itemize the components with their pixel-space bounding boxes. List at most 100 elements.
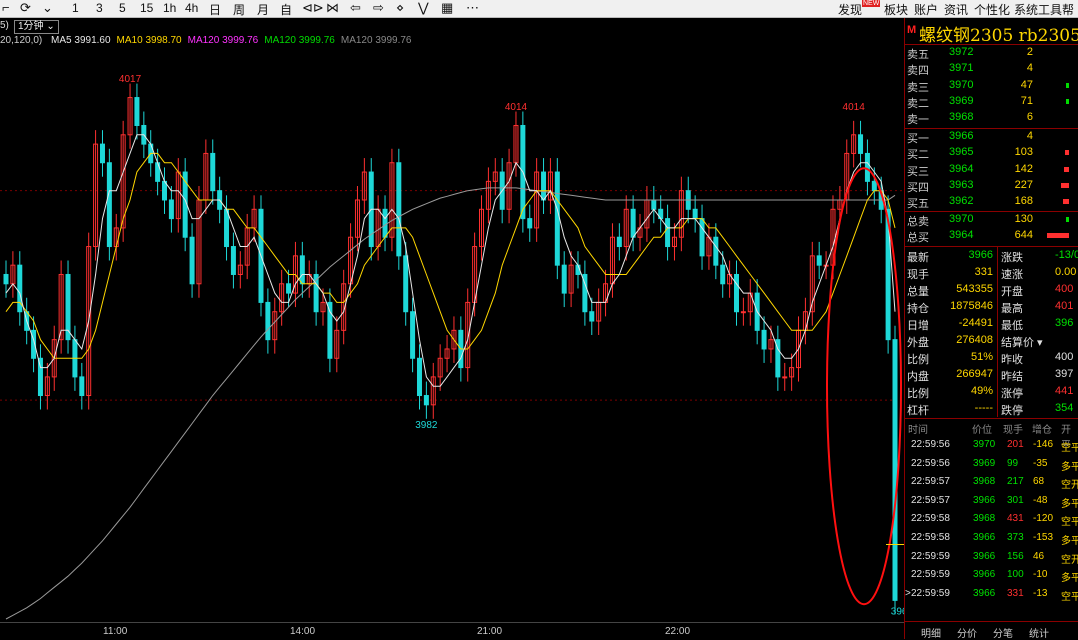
candle-body [589,311,595,322]
stats-row: 比例 51% 昨收 400 [905,349,1078,366]
timeframe-select[interactable]: 1分钟 ⌄ [14,20,59,34]
collapse-icon[interactable]: ⋁ [418,0,429,16]
stat-label: 持仓 [907,303,929,315]
total-volume: 130 [1014,213,1033,225]
candle-body [699,218,705,257]
highlight-ellipse [826,167,902,606]
stats-row: 持仓 1875846 最高 401 [905,298,1078,315]
col-vol: 现手 [1003,425,1023,436]
trade-ticker[interactable]: 时间 价位 现手 增仓 开平 22:59:56 3970 201 -146 空平 22:5… [905,419,1078,603]
bid-book: 买一 3966 4 买二 3965 103 买三 3964 142 买四 3963 227 买五 3962… [905,129,1078,210]
period-day-button[interactable]: 日 [209,1,221,17]
period-15m-button[interactable]: 15 [140,1,153,15]
period-3m-button[interactable]: 3 [96,1,103,15]
crop-icon[interactable]: ⌐ [2,0,10,15]
more-icon[interactable]: ⋯ [466,0,479,16]
m-marker: M [907,24,917,36]
trade-row[interactable]: 22:59:56 3969 99 -35 多平 [905,454,1078,473]
trade-type: 多平 [1061,535,1078,547]
tab-price-dist[interactable]: 分价 [957,625,977,640]
candle-body [230,246,236,275]
stat-value: 400 [1055,351,1074,363]
period-custom-button[interactable]: 自 [280,1,292,17]
period-week-button[interactable]: 周 [233,1,245,17]
candle-body [210,152,216,192]
orderbook-price: 3969 [949,94,974,107]
forward-arrow-icon[interactable]: ⇨ [373,0,384,16]
stat-label: 杠杆 [907,405,929,417]
menu-system-tools[interactable]: 系统工具 [1014,1,1062,17]
period-4h-button[interactable]: 4h [185,1,198,15]
orderbook-price: 3970 [949,78,974,91]
chevron-down-icon[interactable]: ⌄ [42,0,53,16]
menu-sector[interactable]: 板块 [884,1,908,17]
trade-time: 22:59:59 [911,587,950,599]
candlestick-chart[interactable]: 4017 4014 3982 4014 3962 [0,48,904,622]
stats-row: 日增 -24491 最低 396 [905,315,1078,332]
tab-detail[interactable]: 明细 [921,625,941,640]
price-annotation: 4017 [119,74,142,85]
trade-row[interactable]: 22:59:58 3966 373 -153 多平 [905,528,1078,547]
refresh-icon[interactable]: ⟳ [20,0,31,16]
orderbook-row[interactable]: 卖二 3969 71 [905,94,1078,110]
period-1h-button[interactable]: 1h [163,1,176,15]
trade-chg: 68 [1033,476,1045,488]
legend-item: MA120 3999.76 [340,35,412,46]
orderbook-row[interactable]: 买四 3963 227 [905,178,1078,194]
orderbook-row[interactable]: 卖三 3970 47 [905,78,1078,94]
candle-body [541,171,547,201]
total-label: 总买 [907,232,929,245]
orderbook-price: 3971 [949,62,974,75]
orderbook-row[interactable]: 买三 3964 142 [905,162,1078,178]
trade-type: 空平 [1061,443,1078,454]
period-1m-button[interactable]: 1 [72,1,79,15]
expand-icon[interactable]: ⋄ [396,0,404,16]
tab-stats[interactable]: 统计 [1029,625,1049,640]
orderbook-row[interactable]: 买二 3965 103 [905,145,1078,161]
trade-vol: 331 [1007,587,1024,599]
trade-row[interactable]: >22:59:59 3966 331 -13 空平 [905,584,1078,603]
trade-row[interactable]: 22:59:57 3968 217 68 空开 [905,472,1078,491]
orderbook-label: 买四 [907,181,929,194]
menu-personalize[interactable]: 个性化 [974,1,1010,17]
menu-discover[interactable]: 发现 [838,1,862,17]
legend-item: MA120 3999.76 [264,35,335,46]
candle-body [720,264,726,285]
orderbook-row[interactable]: 卖五 3972 2 [905,45,1078,61]
period-5m-button[interactable]: 5 [119,1,126,15]
legend-prefix: 20,120,0) [0,35,43,46]
stat-value: 400 [1055,283,1074,295]
total-row: 总卖 3970 130 [905,212,1078,228]
trade-vol: 217 [1007,476,1024,488]
orderbook-row[interactable]: 卖四 3971 4 [905,61,1078,77]
orderbook-row[interactable]: 买五 3962 168 [905,194,1078,210]
trade-row[interactable]: 22:59:59 3966 156 46 空开 [905,547,1078,566]
zoom-out-icon[interactable]: ⋈ [326,0,339,16]
orderbook-row[interactable]: 买一 3966 4 [905,129,1078,145]
menu-news[interactable]: 资讯 [944,1,968,17]
stat-value: 0.00 [1055,266,1077,278]
stat-label: 比例 [907,388,929,400]
ask-book: 卖五 3972 2 卖四 3971 4 卖三 3970 47 卖二 3969 71 卖一 3968 6 [905,45,1078,126]
menu-help[interactable]: 帮助 [1062,1,1078,17]
stats-row: 内盘 266947 昨结 397 [905,366,1078,383]
trade-type: 空平 [1061,517,1078,529]
grid-icon[interactable]: ▦ [441,0,453,16]
orderbook-price: 3962 [949,195,974,208]
trade-row[interactable]: 22:59:58 3968 431 -120 空平 [905,509,1078,528]
trade-row[interactable]: 22:59:56 3970 201 -146 空平 [905,435,1078,454]
orderbook-label: 卖三 [907,81,929,94]
period-month-button[interactable]: 月 [257,1,269,17]
zoom-in-icon[interactable]: ⊲⊳ [302,0,324,16]
total-volume: 644 [1014,229,1033,242]
trade-row[interactable]: 22:59:59 3966 100 -10 多平 [905,565,1078,584]
orderbook-label: 买二 [907,149,929,162]
contract-title[interactable]: 螺纹钢2305 rb2305 [919,21,1078,46]
trade-row[interactable]: 22:59:57 3966 301 -48 多平 [905,491,1078,510]
tab-tick[interactable]: 分笔 [993,625,1013,640]
orderbook-row[interactable]: 卖一 3968 6 [905,110,1078,126]
stat-label: 最高 [1001,303,1023,315]
menu-account[interactable]: 账户 [914,1,938,17]
orderbook-volume: 47 [1020,78,1033,91]
back-arrow-icon[interactable]: ⇦ [350,0,361,16]
